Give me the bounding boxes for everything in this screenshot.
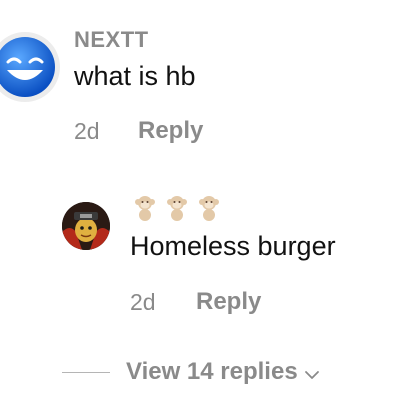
avatar[interactable] bbox=[0, 32, 60, 102]
monkey-emoji-icon bbox=[194, 192, 224, 222]
reply-button[interactable]: Reply bbox=[196, 290, 261, 314]
view-replies-button[interactable]: View 14 replies bbox=[126, 360, 320, 384]
view-replies-label: View 14 replies bbox=[126, 358, 298, 385]
monkey-emoji-icon bbox=[162, 192, 192, 222]
laughing-emoji-avatar-icon bbox=[0, 37, 55, 97]
chevron-down-icon bbox=[304, 364, 320, 380]
comment-text: what is hb bbox=[74, 61, 196, 91]
reply-timestamp: 2d bbox=[130, 289, 156, 315]
thread-divider bbox=[62, 372, 110, 373]
comment-timestamp: 2d bbox=[74, 118, 100, 144]
reply-button[interactable]: Reply bbox=[138, 119, 203, 143]
character-avatar-icon bbox=[62, 202, 110, 250]
monkey-emoji-icon bbox=[130, 192, 160, 222]
comment-username[interactable]: NEXTT bbox=[74, 29, 149, 51]
avatar[interactable] bbox=[62, 202, 110, 250]
comments-panel: NEXTT what is hb 2d Reply Homeless burge… bbox=[0, 0, 400, 400]
reply-username[interactable] bbox=[130, 192, 224, 222]
reply-text: Homeless burger bbox=[130, 231, 336, 261]
